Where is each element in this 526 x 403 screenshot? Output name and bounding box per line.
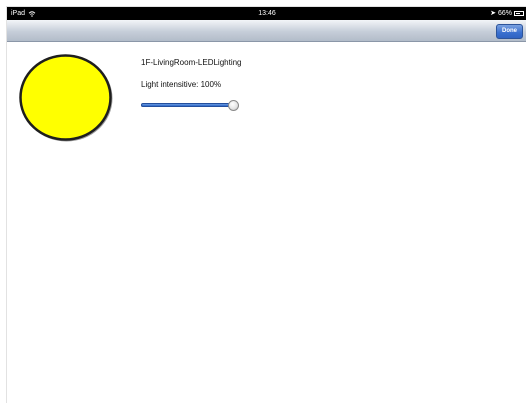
ipad-screen: iPad 13:46 ➤ 66% Done 1F-LivingRoom-LEDL… xyxy=(6,6,526,403)
navigation-bar: Done xyxy=(7,20,526,42)
battery-percent: 66% xyxy=(497,10,512,17)
battery-icon xyxy=(514,11,524,16)
done-button[interactable]: Done xyxy=(496,24,523,39)
intensity-slider[interactable] xyxy=(141,99,239,113)
lightbulb-icon[interactable] xyxy=(18,53,115,144)
battery-fill xyxy=(516,13,520,14)
location-arrow-icon: ➤ xyxy=(490,10,496,17)
intensity-label: Light intensitive: 100% xyxy=(141,80,222,89)
status-bar: iPad 13:46 ➤ 66% xyxy=(7,7,526,20)
slider-fill xyxy=(141,103,234,107)
status-right: ➤ 66% xyxy=(490,7,524,20)
slider-thumb[interactable] xyxy=(228,100,239,111)
status-time: 13:46 xyxy=(258,10,276,17)
device-name: 1F-LivingRoom-LEDLighting xyxy=(141,58,242,67)
